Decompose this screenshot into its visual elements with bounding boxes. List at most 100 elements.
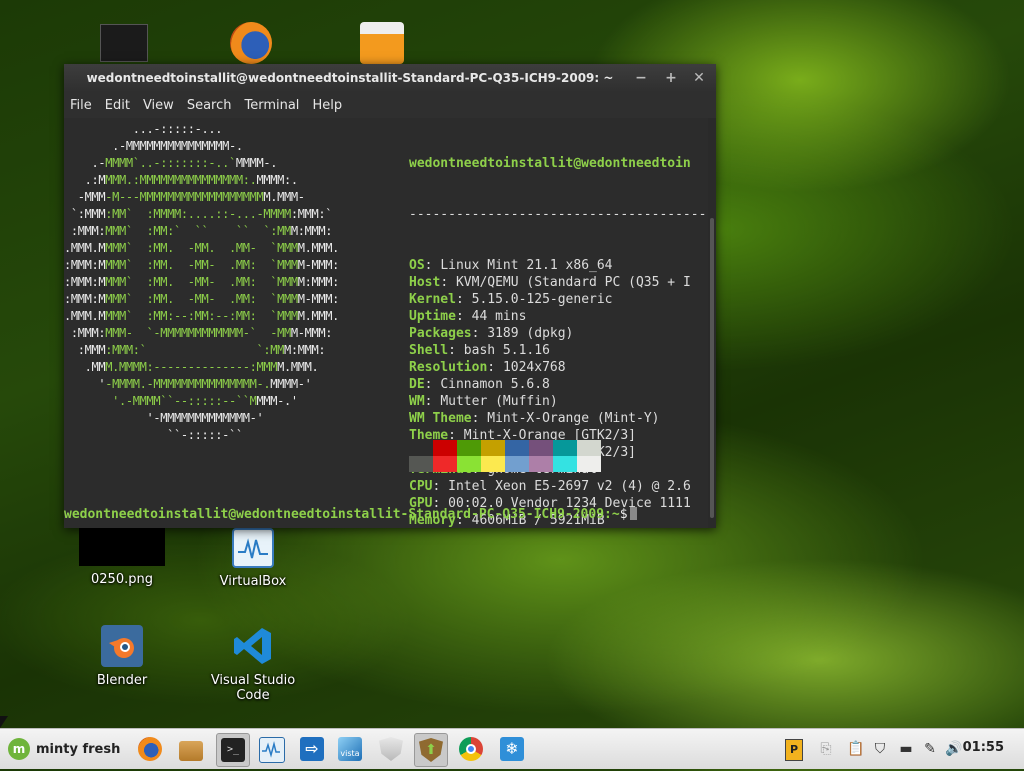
prompt-path: :~ — [604, 507, 620, 522]
info-value: Mint-X-Orange (Mint-Y) — [487, 411, 660, 426]
shield-tray-icon[interactable]: ⛉ — [870, 737, 890, 761]
virtualbox-icon — [232, 528, 274, 568]
terminal-output[interactable]: ...-:::::-... .-MMMMMMMMMMMMMMM-. .-MMMM… — [64, 118, 708, 528]
info-line: CPU: Intel Xeon E5-2697 v2 (4) @ 2.6 — [409, 479, 691, 494]
ascii-line: .MMM.MMMM:--------------:MMMM.MMM. — [84, 360, 319, 374]
ascii-line: :MMM:MMMM` :MM. -MM- .MM: `MMMM-MMM: — [64, 292, 339, 306]
color-swatch — [553, 456, 577, 472]
info-value: Cinnamon 5.6.8 — [440, 377, 550, 392]
ascii-line: .-MMMMMMMMMMMMMMM-. — [112, 139, 243, 153]
color-swatch — [481, 440, 505, 456]
vscode-icon — [232, 625, 274, 667]
firefox-desktop-icon[interactable] — [230, 22, 272, 64]
title-bar[interactable]: wedontneedtoinstallit@wedontneedtoinstal… — [64, 64, 716, 92]
color-swatch — [409, 440, 433, 456]
video-desktop-icon[interactable] — [360, 22, 404, 64]
remote-desktop-icon: ⇨ — [300, 737, 324, 761]
mint-logo-icon: m — [8, 738, 30, 760]
volume-icon[interactable]: 🔊 — [944, 737, 964, 761]
info-key: Packages — [409, 326, 472, 341]
desktop-icon-blender[interactable]: Blender — [74, 625, 170, 688]
taskbar-chrome[interactable] — [455, 733, 487, 765]
terminal-icon: >_ — [221, 738, 245, 762]
window-title: wedontneedtoinstallit@wedontneedtoinstal… — [86, 71, 614, 85]
menu-search[interactable]: Search — [187, 98, 232, 113]
keyboard-icon[interactable]: ▬ — [895, 737, 917, 761]
menu-label: minty fresh — [36, 741, 121, 757]
info-value: KVM/QEMU (Standard PC (Q35 + I — [455, 275, 691, 290]
taskbar-shield[interactable] — [375, 733, 407, 765]
info-line: Uptime: 44 mins — [409, 309, 527, 324]
desktop-icon-label: 0250.png — [91, 572, 153, 587]
menu-file[interactable]: File — [70, 98, 92, 113]
info-key: Resolution — [409, 360, 488, 375]
taskbar-firefox[interactable] — [134, 733, 166, 765]
scrollbar-thumb[interactable] — [710, 218, 714, 518]
prompt-symbol: $ — [619, 507, 628, 522]
fs-icon[interactable]: ⎘ — [814, 737, 838, 761]
color-swatch — [553, 440, 577, 456]
clock[interactable]: 01:55 — [963, 740, 1004, 755]
minimize-button[interactable]: − — [632, 69, 650, 87]
info-key: Kernel — [409, 292, 456, 307]
info-value: bash 5.1.16 — [463, 343, 550, 358]
vista-icon: vista — [338, 737, 362, 761]
info-value: Mutter (Muffin) — [440, 394, 558, 409]
info-key: Uptime — [409, 309, 456, 324]
terminal-window[interactable]: wedontneedtoinstallit@wedontneedtoinstal… — [64, 64, 716, 528]
menu-bar: File Edit View Search Terminal Help — [64, 92, 716, 118]
ascii-line: `:MMM:MM` :MMMM:....::-...-MMMM:MMM:` — [70, 207, 333, 221]
info-key: OS — [409, 258, 425, 273]
firefox-icon — [138, 737, 162, 761]
color-swatch — [409, 456, 433, 472]
taskbar-remote-desktop[interactable]: ⇨ — [296, 733, 328, 765]
clipboard-icon[interactable]: 📋 — [846, 737, 866, 761]
ascii-line: '.-MMMM``--:::::--``MMMM-.' — [112, 394, 298, 408]
info-value: Intel Xeon E5-2697 v2 (4) @ 2.6 — [448, 479, 691, 494]
menu-view[interactable]: View — [143, 98, 174, 113]
taskbar-system-monitor[interactable] — [255, 733, 287, 765]
info-line: WM: Mutter (Muffin) — [409, 394, 558, 409]
taskbar-vista[interactable]: vista — [334, 733, 366, 765]
color-swatch — [577, 456, 601, 472]
ascii-line: .MMM.MMMM` :MM. -MM. .MM- `MMMM.MMM. — [64, 241, 339, 255]
info-value: 1024x768 — [502, 360, 566, 375]
panel-p-icon[interactable]: P — [784, 737, 804, 761]
info-line: WM Theme: Mint-X-Orange (Mint-Y) — [409, 411, 660, 426]
info-value: Linux Mint 21.1 x86_64 — [440, 258, 613, 273]
ascii-line: ...-:::::-... — [132, 122, 223, 136]
info-line: DE: Cinnamon 5.6.8 — [409, 377, 550, 392]
taskbar-terminal[interactable]: >_ — [216, 733, 250, 767]
taskbar-update-manager[interactable]: ⬆ — [414, 733, 448, 767]
info-key: Shell — [409, 343, 449, 358]
maximize-button[interactable]: + — [662, 69, 680, 87]
menu-help[interactable]: Help — [312, 98, 342, 113]
monitor-desktop-icon[interactable] — [100, 24, 148, 62]
ascii-line: :MMM:MMM` :MM:` `` `` `:MMM:MMM: — [70, 224, 333, 238]
shield-icon — [379, 737, 403, 761]
desktop-icon-virtualbox[interactable]: VirtualBox — [205, 528, 301, 589]
start-menu-button[interactable]: m minty fresh — [8, 737, 120, 761]
info-line: OS: Linux Mint 21.1 x86_64 — [409, 258, 613, 273]
text-cursor — [629, 507, 637, 520]
ascii-line: :MMM:MMMM` :MM. -MM- .MM: `MMMM-MMM: — [64, 258, 339, 272]
taskbar: m minty fresh >_ ⇨ vista ⬆ ❄ P ⎘ 📋 ⛉ ▬ ✎… — [0, 728, 1024, 769]
vertical-scrollbar[interactable] — [708, 118, 716, 528]
taskbar-files[interactable] — [175, 733, 207, 765]
color-swatch — [529, 456, 553, 472]
color-swatch — [457, 456, 481, 472]
info-key: CPU — [409, 479, 433, 494]
taskbar-snowflake[interactable]: ❄ — [496, 733, 528, 765]
menu-edit[interactable]: Edit — [105, 98, 130, 113]
close-button[interactable]: ✕ — [690, 69, 708, 87]
info-separator: -------------------------------------- — [409, 207, 705, 222]
desktop-icon-label: VirtualBox — [219, 574, 287, 589]
desktop-icon-0250-png[interactable]: 0250.png — [74, 528, 170, 587]
menu-terminal[interactable]: Terminal — [244, 98, 299, 113]
ascii-line: '-MMMMMMMMMMMMM-' — [146, 411, 264, 425]
files-icon — [179, 741, 203, 761]
color-swatch — [529, 440, 553, 456]
desktop-icon-vscode[interactable]: Visual Studio Code — [205, 625, 301, 703]
pen-icon[interactable]: ✎ — [920, 737, 940, 761]
color-swatch — [457, 440, 481, 456]
